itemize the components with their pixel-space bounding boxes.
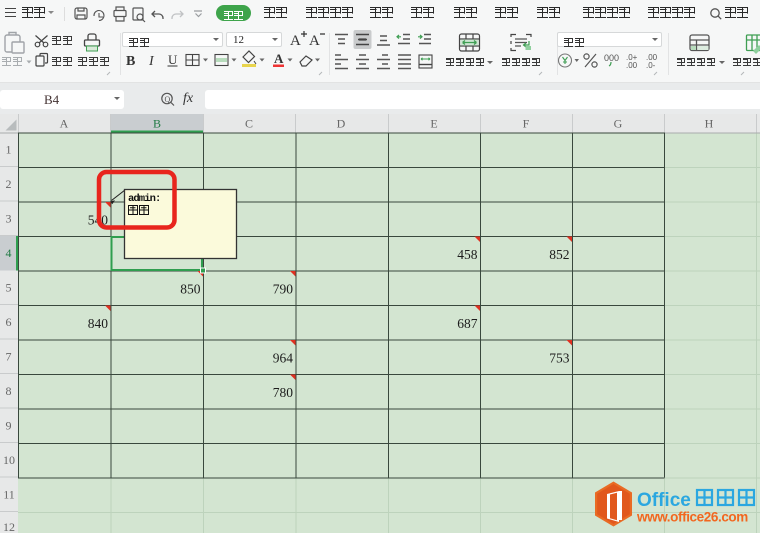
svg-text:G: G: [614, 117, 623, 131]
svg-text:790: 790: [273, 282, 294, 297]
svg-text:B: B: [153, 117, 161, 131]
svg-text:F: F: [523, 117, 530, 131]
svg-text:5: 5: [6, 281, 12, 295]
svg-text:12: 12: [3, 520, 15, 533]
svg-text:Q: Q: [165, 95, 171, 104]
svg-text:www.office26.com: www.office26.com: [636, 510, 748, 525]
svg-text:780: 780: [273, 385, 294, 400]
svg-text:.00: .00: [626, 61, 638, 70]
svg-text:D: D: [337, 117, 346, 131]
svg-text:8: 8: [6, 384, 12, 398]
svg-text:850: 850: [180, 282, 201, 297]
svg-text:1: 1: [6, 143, 12, 157]
svg-text:H: H: [705, 117, 714, 131]
svg-text:B: B: [126, 54, 135, 69]
svg-text:6: 6: [6, 315, 12, 329]
svg-text:E: E: [430, 117, 437, 131]
svg-text:I: I: [148, 54, 155, 69]
svg-text:A: A: [309, 33, 320, 49]
svg-text:C: C: [245, 117, 253, 131]
svg-text:458: 458: [457, 247, 478, 262]
svg-text:840: 840: [88, 316, 109, 331]
svg-text:Office: Office: [637, 490, 691, 511]
svg-text:964: 964: [273, 351, 294, 366]
svg-text:A: A: [60, 117, 69, 131]
svg-text:7: 7: [6, 350, 12, 364]
svg-text:U: U: [168, 52, 178, 67]
svg-text:admin:: admin:: [128, 193, 160, 205]
svg-text:A: A: [274, 51, 284, 66]
svg-text:4: 4: [6, 246, 12, 260]
svg-text:10: 10: [3, 453, 15, 467]
svg-text:2: 2: [6, 177, 12, 191]
svg-text:3: 3: [6, 212, 12, 226]
svg-text:687: 687: [457, 316, 478, 331]
svg-text:A: A: [290, 33, 301, 49]
svg-text:852: 852: [549, 247, 569, 262]
svg-text:753: 753: [549, 351, 570, 366]
svg-text:9: 9: [6, 419, 12, 433]
svg-text:000: 000: [604, 53, 619, 63]
svg-text:.0-: .0-: [646, 61, 656, 70]
svg-text:11: 11: [3, 488, 15, 502]
